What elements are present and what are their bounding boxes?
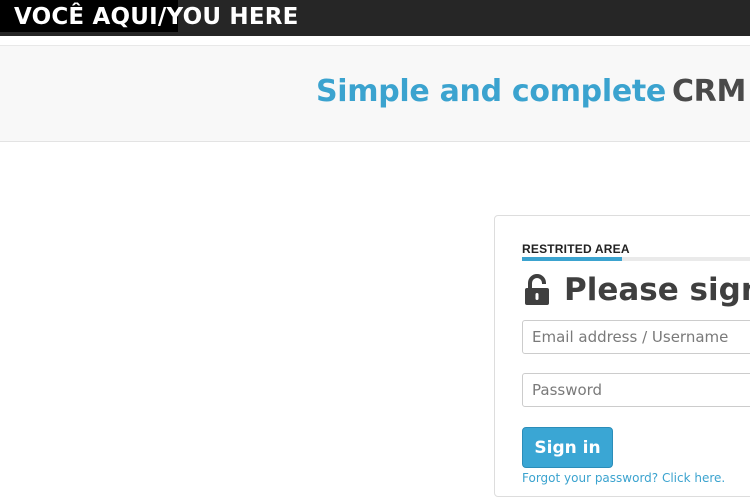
- top-banner: VOCÊ AQUI/YOU HERE: [0, 0, 750, 36]
- tagline-accent: Simple and complete: [316, 74, 666, 109]
- lock-icon: [525, 274, 549, 305]
- password-field[interactable]: [522, 373, 750, 407]
- restricted-area-label: RESTRITED AREA: [522, 242, 630, 256]
- page-header: Simple and completeCRME: [0, 45, 750, 142]
- login-panel: RESTRITED AREA Please sign Sign in Forgo…: [494, 215, 750, 497]
- login-heading: Please sign: [564, 272, 750, 308]
- forgot-password-link[interactable]: Forgot your password? Click here.: [522, 471, 725, 485]
- you-here-label: VOCÊ AQUI/YOU HERE: [14, 4, 299, 30]
- section-rule-accent: [522, 257, 622, 261]
- email-field[interactable]: [522, 320, 750, 354]
- sign-in-button[interactable]: Sign in: [522, 427, 613, 468]
- tagline: Simple and completeCRME: [316, 72, 750, 112]
- tagline-crm: CRM: [671, 74, 747, 109]
